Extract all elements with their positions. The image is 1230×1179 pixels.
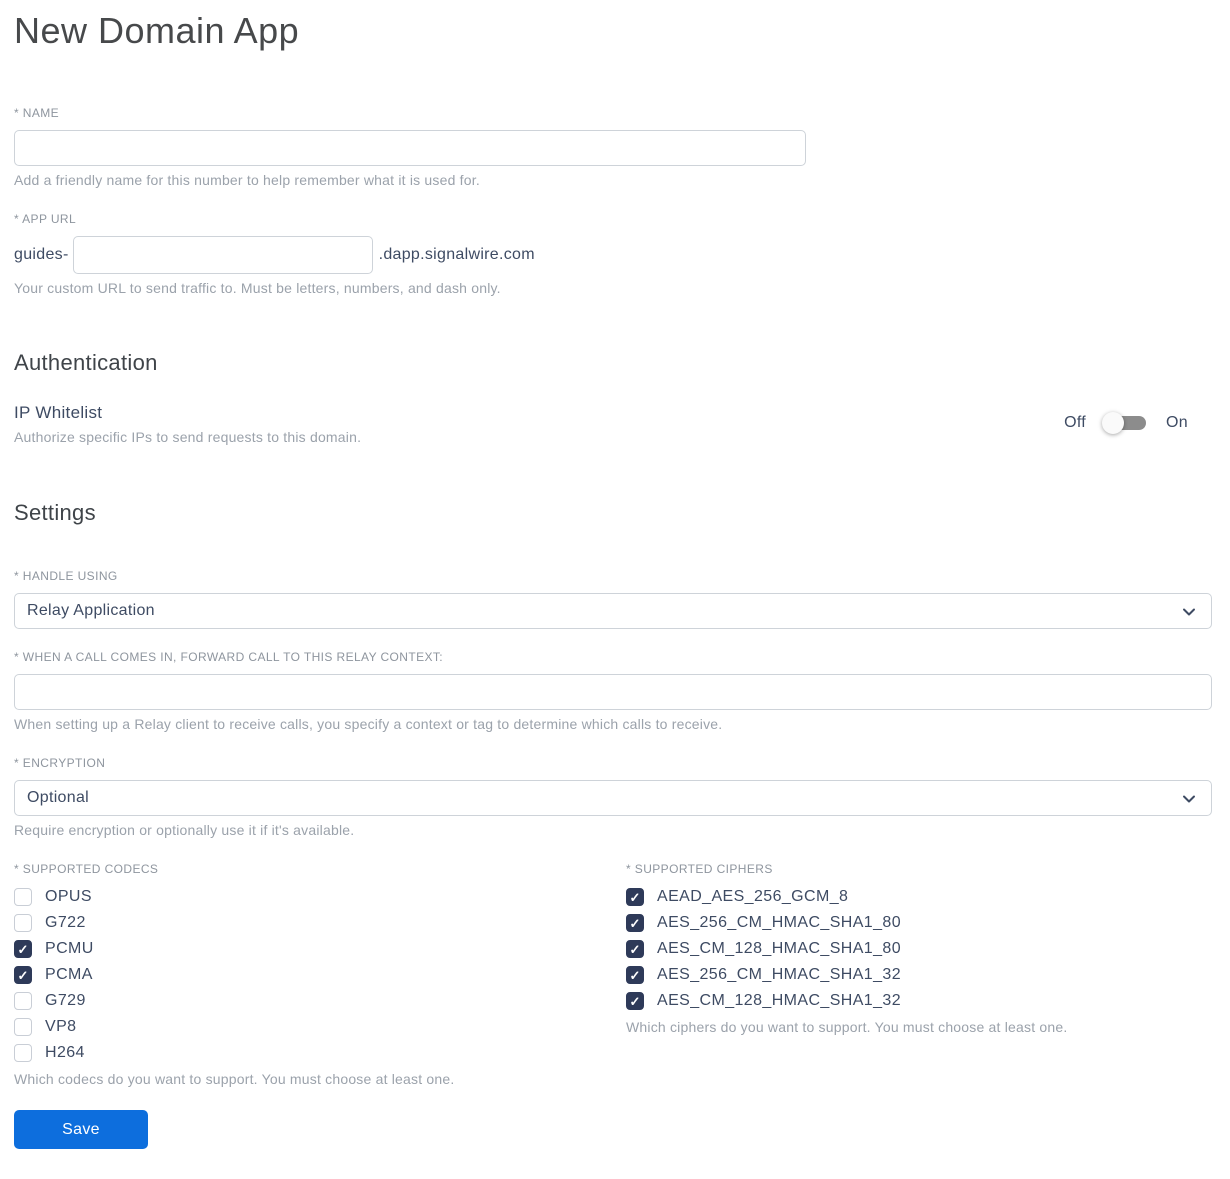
checkbox-label: G729 — [45, 992, 86, 1009]
relay-context-label: * WHEN A CALL COMES IN, FORWARD CALL TO … — [14, 650, 444, 664]
ip-whitelist-label: IP Whitelist — [14, 403, 103, 422]
authentication-heading: Authentication — [14, 350, 158, 375]
ciphers-checkbox-list: ✓ AEAD_AES_256_GCM_8 ✓ AES_256_CM_HMAC_SHA1… — [626, 888, 1212, 1010]
checkbox-item-opus[interactable]: OPUS — [14, 888, 626, 906]
checkbox-unchecked-icon[interactable] — [14, 888, 32, 906]
app-url-prefix: guides- — [14, 246, 69, 263]
handle-using-select[interactable]: Relay Application — [14, 593, 1212, 629]
toggle-knob — [1102, 412, 1125, 434]
checkbox-item-vp8[interactable]: VP8 — [14, 1018, 626, 1036]
supported-codecs-label: * SUPPORTED CODECS — [14, 862, 159, 876]
checkbox-item-g722[interactable]: G722 — [14, 914, 626, 932]
checkbox-label: AES_256_CM_HMAC_SHA1_80 — [657, 914, 901, 931]
handle-using-selected-value: Relay Application — [27, 602, 155, 619]
relay-context-field-group: * WHEN A CALL COMES IN, FORWARD CALL TO … — [14, 650, 1212, 733]
checkbox-label: H264 — [45, 1044, 85, 1061]
checkbox-item-pcma[interactable]: ✓ PCMA — [14, 966, 626, 984]
supported-ciphers-group: * SUPPORTED CIPHERS ✓ AEAD_AES_256_GCM_8 ✓… — [626, 862, 1212, 1036]
encryption-select[interactable]: Optional — [14, 780, 1212, 816]
encryption-selected-value: Optional — [27, 789, 89, 806]
checkbox-label: PCMA — [45, 966, 93, 983]
checkbox-checked-icon[interactable]: ✓ — [626, 914, 644, 932]
checkbox-checked-icon[interactable]: ✓ — [626, 966, 644, 984]
codecs-help-text: Which codecs do you want to support. You… — [14, 1071, 455, 1087]
checkbox-unchecked-icon[interactable] — [14, 914, 32, 932]
toggle-on-label: On — [1166, 414, 1188, 431]
checkbox-item-aead-aes-256-gcm-8[interactable]: ✓ AEAD_AES_256_GCM_8 — [626, 888, 1212, 906]
name-label: * NAME — [14, 106, 60, 120]
supported-ciphers-label: * SUPPORTED CIPHERS — [626, 862, 773, 876]
codecs-checkbox-list: OPUS G722 ✓ PCMU ✓ PCMA G729 VP8 H264 — [14, 888, 626, 1062]
checkbox-item-aes-256-cm-hmac-sha1-32[interactable]: ✓ AES_256_CM_HMAC_SHA1_32 — [626, 966, 1212, 984]
settings-heading: Settings — [14, 500, 96, 525]
checkbox-checked-icon[interactable]: ✓ — [14, 966, 32, 984]
app-url-field-group: * APP URL guides- .dapp.signalwire.com Y… — [14, 212, 1212, 297]
checkbox-checked-icon[interactable]: ✓ — [626, 888, 644, 906]
name-input[interactable] — [14, 130, 806, 166]
checkbox-checked-icon[interactable]: ✓ — [14, 940, 32, 958]
codecs-ciphers-columns: * SUPPORTED CODECS OPUS G722 ✓ PCMU ✓ PCMA G72… — [14, 862, 1212, 1088]
app-url-help-text: Your custom URL to send traffic to. Must… — [14, 280, 501, 296]
page-title: New Domain App — [14, 10, 300, 51]
ip-whitelist-row: IP Whitelist Authorize specific IPs to s… — [14, 403, 1212, 446]
checkbox-unchecked-icon[interactable] — [14, 1044, 32, 1062]
app-url-label: * APP URL — [14, 212, 77, 226]
checkbox-label: AES_CM_128_HMAC_SHA1_32 — [657, 992, 901, 1009]
checkbox-label: AES_CM_128_HMAC_SHA1_80 — [657, 940, 901, 957]
name-help-text: Add a friendly name for this number to h… — [14, 172, 480, 188]
checkbox-label: OPUS — [45, 888, 92, 905]
encryption-field-group: * ENCRYPTION Optional Require encryption… — [14, 756, 1212, 839]
app-url-row: guides- .dapp.signalwire.com — [14, 236, 1212, 274]
checkbox-label: PCMU — [45, 940, 94, 957]
checkbox-label: VP8 — [45, 1018, 77, 1035]
checkbox-label: AEAD_AES_256_GCM_8 — [657, 888, 849, 905]
checkbox-checked-icon[interactable]: ✓ — [626, 992, 644, 1010]
relay-context-help-text: When setting up a Relay client to receiv… — [14, 716, 723, 732]
supported-codecs-group: * SUPPORTED CODECS OPUS G722 ✓ PCMU ✓ PCMA G72… — [14, 862, 626, 1088]
name-field-group: * NAME Add a friendly name for this numb… — [14, 106, 1212, 189]
app-url-suffix: .dapp.signalwire.com — [378, 246, 535, 263]
ip-whitelist-toggle-group: Off On — [1064, 411, 1188, 435]
checkbox-item-pcmu[interactable]: ✓ PCMU — [14, 940, 626, 958]
chevron-down-icon — [1183, 795, 1195, 803]
new-domain-app-form: New Domain App * NAME Add a friendly nam… — [0, 0, 1230, 1179]
app-url-input[interactable] — [72, 236, 373, 274]
save-button[interactable]: Save — [14, 1110, 148, 1149]
checkbox-item-aes-cm-128-hmac-sha1-80[interactable]: ✓ AES_CM_128_HMAC_SHA1_80 — [626, 940, 1212, 958]
handle-using-label: * HANDLE USING — [14, 569, 118, 583]
checkbox-item-aes-256-cm-hmac-sha1-80[interactable]: ✓ AES_256_CM_HMAC_SHA1_80 — [626, 914, 1212, 932]
checkbox-label: G722 — [45, 914, 86, 931]
ip-whitelist-toggle[interactable] — [1102, 411, 1150, 435]
checkbox-label: AES_256_CM_HMAC_SHA1_32 — [657, 966, 901, 983]
encryption-label: * ENCRYPTION — [14, 756, 106, 770]
checkbox-unchecked-icon[interactable] — [14, 992, 32, 1010]
checkbox-item-h264[interactable]: H264 — [14, 1044, 626, 1062]
checkbox-item-aes-cm-128-hmac-sha1-32[interactable]: ✓ AES_CM_128_HMAC_SHA1_32 — [626, 992, 1212, 1010]
toggle-off-label: Off — [1064, 414, 1087, 431]
checkbox-checked-icon[interactable]: ✓ — [626, 940, 644, 958]
ip-whitelist-text-block: IP Whitelist Authorize specific IPs to s… — [14, 403, 361, 446]
encryption-help-text: Require encryption or optionally use it … — [14, 822, 355, 838]
checkbox-item-g729[interactable]: G729 — [14, 992, 626, 1010]
ip-whitelist-help-text: Authorize specific IPs to send requests … — [14, 429, 362, 445]
relay-context-input[interactable] — [14, 674, 1212, 710]
checkbox-unchecked-icon[interactable] — [14, 1018, 32, 1036]
chevron-down-icon — [1183, 608, 1195, 616]
handle-using-field-group: * HANDLE USING Relay Application — [14, 569, 1212, 629]
ciphers-help-text: Which ciphers do you want to support. Yo… — [626, 1019, 1068, 1035]
